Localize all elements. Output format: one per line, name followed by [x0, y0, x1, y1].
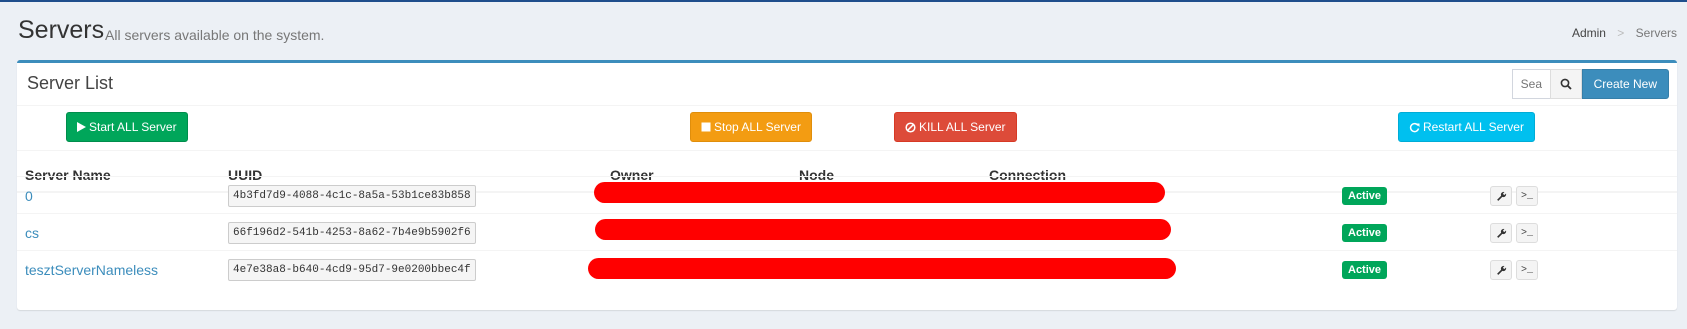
table-row: tesztServerNameless 4e7e38a8-b640-4cd9-9… — [17, 250, 1677, 290]
start-all-label: Start ALL Server — [89, 120, 177, 134]
stop-square-icon — [701, 122, 711, 132]
manage-server-button[interactable] — [1490, 260, 1512, 280]
wrench-icon — [1496, 191, 1506, 201]
page-subtitle: All servers available on the system. — [105, 27, 325, 43]
server-name-link[interactable]: tesztServerNameless — [25, 262, 158, 278]
create-new-button[interactable]: Create New — [1581, 69, 1669, 99]
terminal-icon: >_ — [1520, 264, 1533, 276]
page-title: Servers — [18, 16, 105, 44]
redaction-mark — [588, 258, 1176, 279]
search-icon — [1560, 78, 1572, 90]
search-button[interactable] — [1549, 69, 1582, 99]
refresh-icon — [1409, 122, 1420, 132]
search-input[interactable] — [1511, 69, 1550, 99]
kill-all-button[interactable]: KILL ALL Server — [894, 112, 1017, 142]
content-header: Servers All servers available on the sys… — [18, 16, 1677, 56]
console-button[interactable]: >_ — [1516, 223, 1538, 243]
restart-all-label: Restart ALL Server — [1423, 120, 1524, 134]
terminal-icon: >_ — [1520, 227, 1533, 239]
wrench-icon — [1496, 265, 1506, 275]
status-badge: Active — [1342, 261, 1388, 279]
terminal-icon: >_ — [1520, 190, 1533, 202]
server-uuid: 66f196d2-541b-4253-8a62-7b4e9b5902f6 — [228, 222, 476, 244]
status-badge: Active — [1342, 187, 1388, 205]
table-row: cs 66f196d2-541b-4253-8a62-7b4e9b5902f6 … — [17, 213, 1677, 253]
table-row: 0 4b3fd7d9-4088-4c1c-8a5a-53b1ce83b858 A… — [17, 176, 1677, 216]
box-title: Server List — [27, 73, 114, 93]
restart-all-button[interactable]: Restart ALL Server — [1398, 112, 1535, 142]
breadcrumb: Admin > Servers — [1572, 26, 1677, 40]
breadcrumb-admin[interactable]: Admin — [1572, 26, 1606, 40]
console-button[interactable]: >_ — [1516, 260, 1538, 280]
redaction-mark — [595, 219, 1171, 240]
server-list-box: Server List Create New Start ALL Server … — [17, 60, 1677, 310]
redaction-mark — [594, 182, 1165, 203]
status-badge: Active — [1342, 224, 1388, 242]
manage-server-button[interactable] — [1490, 186, 1512, 206]
kill-all-label: KILL ALL Server — [919, 120, 1006, 134]
server-uuid: 4b3fd7d9-4088-4c1c-8a5a-53b1ce83b858 — [228, 185, 476, 207]
wrench-icon — [1496, 228, 1506, 238]
server-name-link[interactable]: cs — [25, 225, 39, 241]
play-icon — [77, 122, 86, 132]
search-group: Create New — [1511, 69, 1669, 99]
action-bar: Start ALL Server Stop ALL Server KILL AL… — [17, 107, 1677, 151]
box-header: Server List Create New — [17, 63, 1677, 106]
console-button[interactable]: >_ — [1516, 186, 1538, 206]
breadcrumb-separator: > — [1617, 26, 1625, 40]
start-all-button[interactable]: Start ALL Server — [66, 112, 188, 142]
server-uuid: 4e7e38a8-b640-4cd9-95d7-9e0200bbec4f — [228, 259, 476, 281]
stop-all-button[interactable]: Stop ALL Server — [690, 112, 812, 142]
manage-server-button[interactable] — [1490, 223, 1512, 243]
stop-all-label: Stop ALL Server — [714, 120, 801, 134]
server-name-link[interactable]: 0 — [25, 188, 33, 204]
breadcrumb-current: Servers — [1635, 26, 1677, 40]
ban-icon — [905, 121, 916, 133]
